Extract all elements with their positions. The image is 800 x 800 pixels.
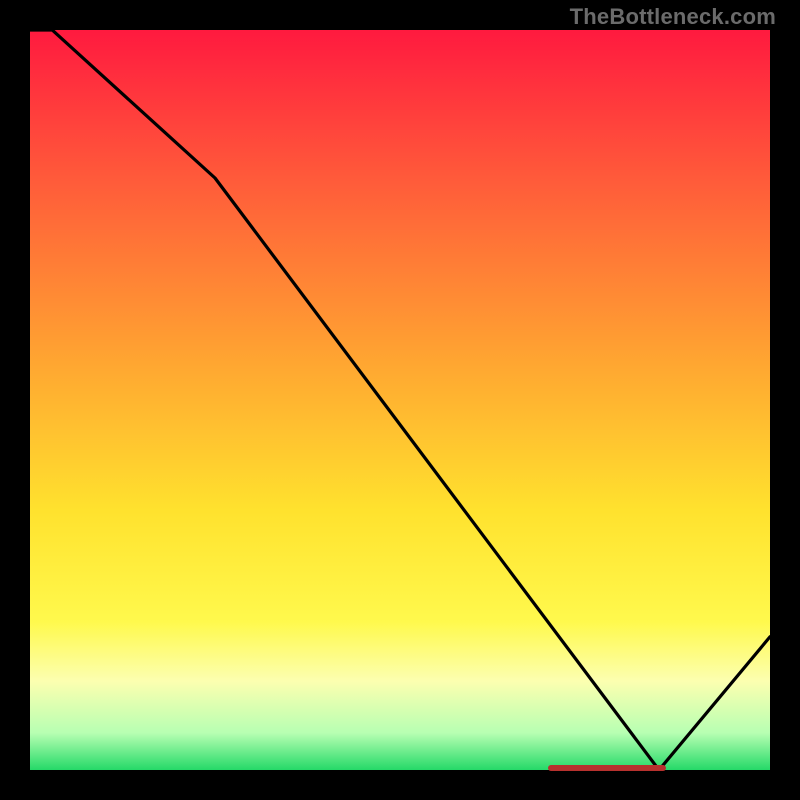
optimal-range-marker (548, 765, 666, 771)
line-series (30, 30, 770, 770)
plot-frame (30, 30, 770, 770)
plot-area (30, 30, 770, 770)
attribution-text: TheBottleneck.com (570, 4, 776, 30)
chart-container: TheBottleneck.com (0, 0, 800, 800)
